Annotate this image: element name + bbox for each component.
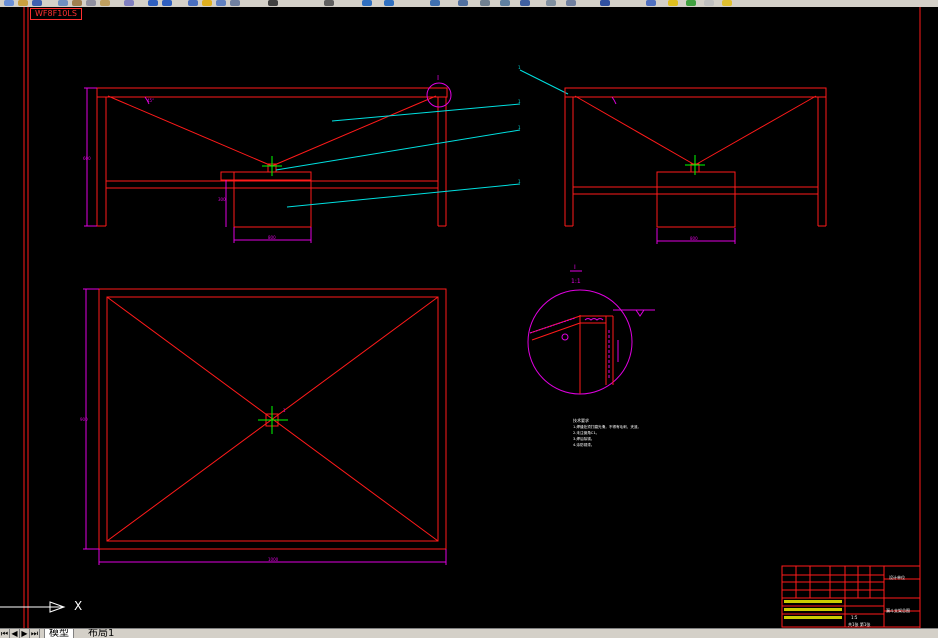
title-block-scale: 1:5 [851, 615, 858, 620]
ucs-icon [0, 601, 66, 613]
detail-label-bottom: 1:1 [571, 278, 581, 285]
new-icon[interactable] [4, 0, 14, 6]
annotation-3: 1 [518, 179, 521, 184]
front-center-mark [262, 156, 282, 176]
dim-front-height: 600 [83, 156, 91, 161]
save-icon[interactable] [32, 0, 42, 6]
detail-marker: I [437, 74, 439, 82]
ucs-x-label: X [74, 599, 83, 613]
layer-color-icon[interactable] [704, 0, 714, 6]
layer-state-icon[interactable] [668, 0, 678, 6]
title-block-fill [784, 600, 842, 619]
notes-line-4: 4.涂防锈漆。 [573, 443, 595, 447]
open-icon[interactable] [18, 0, 28, 6]
zoom-previous-icon[interactable] [230, 0, 240, 6]
drawing-border [23, 7, 921, 628]
dim-plan-width: 1000 [268, 557, 279, 562]
zoom-realtime-icon[interactable] [202, 0, 212, 6]
layer-manager-icon[interactable] [646, 0, 656, 6]
copy-icon[interactable] [86, 0, 96, 6]
dim-side-width: 800 [690, 236, 698, 241]
list-icon[interactable] [566, 0, 576, 6]
help-icon[interactable] [500, 0, 510, 6]
match-prop-icon[interactable] [124, 0, 134, 6]
redo-icon[interactable] [162, 0, 172, 6]
layer-on-icon[interactable] [686, 0, 696, 6]
annotation-5: 1 [283, 408, 286, 413]
plan-dimensions [83, 288, 447, 565]
sheet-icon[interactable] [546, 0, 556, 6]
dim-front-width: 800 [268, 235, 276, 240]
undo-icon[interactable] [148, 0, 158, 6]
angle-label: 45° [147, 98, 154, 103]
dim-sub-height: 300 [218, 197, 226, 202]
calc-icon[interactable] [458, 0, 468, 6]
markup-icon[interactable] [430, 0, 440, 6]
title-block-drawing-name: 漏斗支架总图 [886, 608, 910, 613]
cad-drawing: 600 300 800 45° I 1 1 1 1 800 1000 900 1… [23, 7, 921, 628]
zoom-extents-icon[interactable] [520, 0, 530, 6]
design-center-icon[interactable] [324, 0, 334, 6]
drawing-file-tab[interactable]: WF8F10LS [30, 8, 82, 20]
pan-icon[interactable] [188, 0, 198, 6]
paste-icon[interactable] [100, 0, 110, 6]
properties-icon[interactable] [268, 0, 278, 6]
cut-icon[interactable] [72, 0, 82, 6]
annotation-1: 1 [518, 99, 521, 104]
zoom-window-icon[interactable] [216, 0, 226, 6]
tool-palette-icon[interactable] [362, 0, 372, 6]
layout-icon[interactable] [600, 0, 610, 6]
layer-icon[interactable] [480, 0, 490, 6]
annotation-2: 1 [518, 125, 521, 130]
front-dimensions [84, 82, 452, 243]
print-icon[interactable] [58, 0, 68, 6]
detail-label-top: I [574, 264, 576, 271]
side-dimensions [611, 96, 736, 244]
drawing-canvas[interactable]: 600 300 800 45° I 1 1 1 1 800 1000 900 1… [0, 7, 938, 628]
title-block-sheet: 共1张 第1张 [848, 622, 871, 627]
sheet-set-icon[interactable] [384, 0, 394, 6]
title-block-company: 设计单位 [889, 575, 905, 580]
technical-notes: 技术要求 1.焊缝处须打磨光滑，不得有毛刺、夹渣。 2.未注倒角C1。 3.焊后… [573, 418, 641, 448]
dim-plan-height: 900 [80, 417, 88, 422]
leader-lines [275, 69, 569, 208]
layer-lock-icon[interactable] [722, 0, 732, 6]
detail-view [527, 270, 655, 395]
annotation-4: 1 [518, 65, 521, 70]
